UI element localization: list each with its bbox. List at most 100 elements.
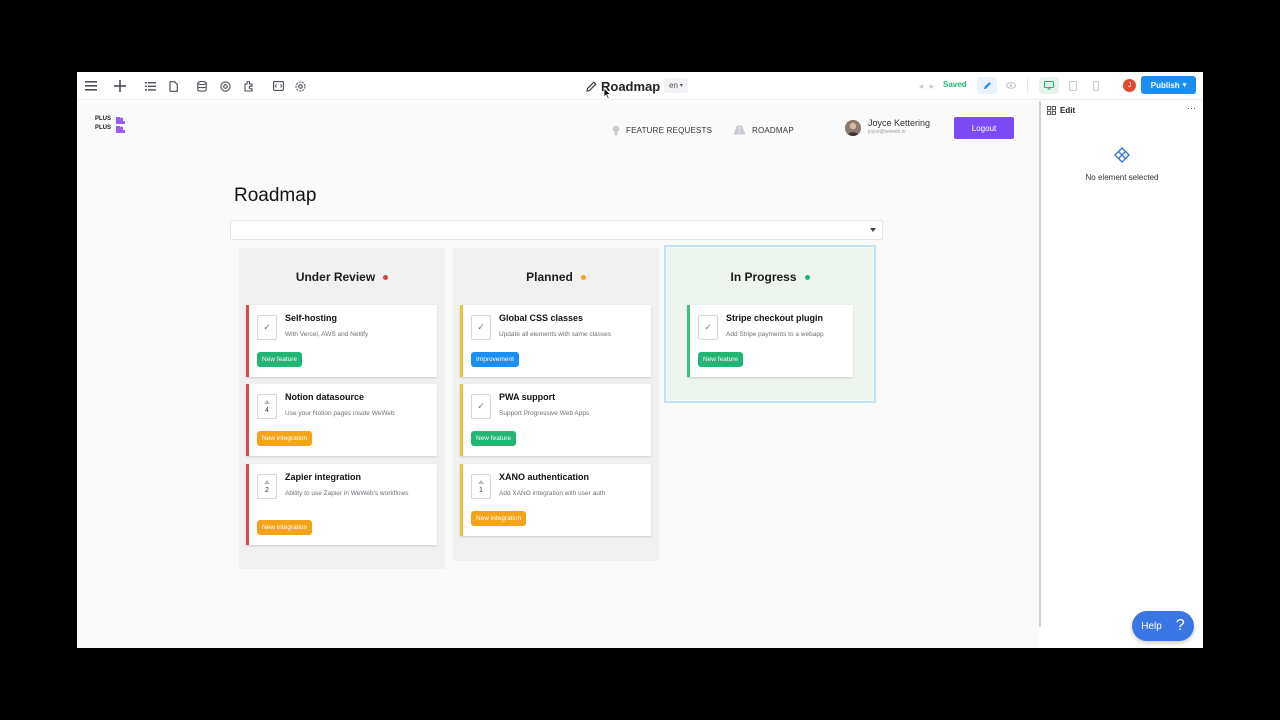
filter-select[interactable] — [230, 220, 883, 240]
upvote-button[interactable]: 4 — [257, 394, 277, 419]
avatar-image — [845, 120, 861, 136]
status-dot — [383, 274, 389, 280]
language-label: en — [669, 81, 678, 90]
database-icon[interactable] — [194, 78, 210, 94]
card-description: Support Progressive Web Apps — [499, 410, 590, 417]
roadmap-card[interactable]: ✓ Stripe checkout plugin Add Stripe paym… — [687, 305, 853, 377]
card-title: Self-hosting — [285, 313, 337, 323]
chevron-down-icon: ▾ — [1182, 82, 1187, 89]
check-icon: ✓ — [704, 322, 712, 332]
nav-roadmap[interactable]: ROADMAP — [733, 123, 794, 137]
card-tag: New integration — [471, 511, 527, 526]
status-dot — [804, 274, 810, 280]
nav-feature-requests-label: FEATURE REQUESTS — [626, 125, 713, 135]
upvote-arrow-icon — [264, 479, 270, 484]
desktop-icon — [1044, 81, 1054, 90]
desktop-view-button[interactable] — [1039, 77, 1059, 94]
roadmap-card[interactable]: 2 Zapier integration Ability to use Zapi… — [246, 464, 437, 545]
card-title: PWA support — [499, 392, 556, 402]
user-avatar[interactable]: J — [1123, 79, 1136, 92]
page-title: Roadmap — [234, 185, 317, 206]
page-name[interactable]: Roadmap — [586, 77, 660, 95]
settings-icon[interactable] — [292, 78, 308, 94]
card-description: Update all elements with same classes — [499, 331, 611, 338]
edit-panel: Edit ⋯ No element selected — [1041, 101, 1203, 648]
column-header: Planned — [453, 270, 659, 284]
card-title: Zapier integration — [285, 472, 362, 482]
vote-count: 2 — [265, 486, 269, 494]
card-title: Notion datasource — [285, 392, 365, 402]
card-description: Ability to use Zapier in WeWeb's workflo… — [285, 490, 409, 497]
list-icon[interactable] — [142, 78, 158, 94]
card-tag: Improvement — [471, 352, 519, 367]
column-title: Under Review — [295, 270, 376, 284]
check-icon: ✓ — [477, 401, 485, 411]
card-tag: New integration — [257, 431, 313, 446]
menu-icon[interactable] — [83, 78, 99, 94]
logo-line-1: PLUS — [95, 116, 112, 122]
vote-checked-button[interactable]: ✓ — [471, 315, 491, 340]
road-icon — [733, 125, 746, 135]
mobile-view-button[interactable] — [1086, 77, 1106, 94]
redo-icon[interactable]: ▸ — [924, 78, 940, 94]
column-header: Under Review — [239, 270, 445, 284]
check-icon: ✓ — [477, 322, 485, 332]
saved-status: Saved — [943, 80, 967, 89]
logout-button[interactable]: Logout — [954, 117, 1014, 139]
card-title: Global CSS classes — [499, 313, 584, 323]
editor-app: Roadmap en ▾ ◂ ▸ Saved J Publish ▾ PLUS … — [77, 72, 1203, 648]
card-title: Stripe checkout plugin — [726, 313, 824, 323]
user-email: joyce@weweb.io — [868, 129, 906, 135]
help-button[interactable]: Help ? — [1132, 611, 1194, 641]
roadmap-card[interactable]: 1 XANO authentication Add XANO integrati… — [460, 464, 651, 536]
card-description: With Vercel, AWS and Netlify — [285, 331, 369, 338]
add-icon[interactable] — [112, 78, 128, 94]
vote-checked-button[interactable]: ✓ — [257, 315, 277, 340]
upvote-button[interactable]: 1 — [471, 474, 491, 499]
column-title: In Progress — [730, 270, 797, 284]
edit-mode-button[interactable] — [977, 77, 997, 94]
element-select-icon — [1114, 147, 1130, 163]
roadmap-card[interactable]: 4 Notion datasource Use your Notion page… — [246, 384, 437, 456]
plugin-icon[interactable] — [240, 78, 256, 94]
editor-toolbar: Roadmap en ▾ ◂ ▸ Saved J Publish ▾ — [77, 72, 1203, 100]
card-tag: New integration — [257, 520, 313, 535]
code-icon[interactable] — [270, 78, 286, 94]
preview-mode-button[interactable] — [1001, 77, 1021, 94]
user-photo[interactable] — [845, 120, 861, 136]
lightbulb-icon — [612, 125, 620, 135]
column-under-review: Under Review ✓ Self-hosting With Vercel,… — [239, 248, 445, 569]
toolbar-divider — [1027, 78, 1028, 93]
card-description: Use your Notion pages inside WeWeb — [285, 410, 395, 417]
card-description: Add XANO integration with user auth — [499, 490, 606, 497]
roadmap-card[interactable]: ✓ PWA support Support Progressive Web Ap… — [460, 384, 651, 456]
column-in-progress[interactable]: In Progress ✓ Stripe checkout plugin Add… — [664, 245, 876, 403]
tablet-view-button[interactable] — [1063, 77, 1083, 94]
vote-count: 4 — [265, 406, 269, 414]
eye-icon — [1006, 82, 1016, 89]
edit-panel-title: Edit — [1060, 106, 1076, 115]
roadmap-card[interactable]: ✓ Self-hosting With Vercel, AWS and Netl… — [246, 305, 437, 377]
publish-button[interactable]: Publish ▾ — [1141, 76, 1196, 94]
no-selection-text: No element selected — [1085, 173, 1159, 182]
column-title: Planned — [526, 270, 573, 284]
chevron-down-icon — [870, 228, 876, 232]
card-tag: New feature — [698, 352, 744, 367]
site-logo[interactable]: PLUS PLUS — [95, 115, 111, 133]
vote-checked-button[interactable]: ✓ — [698, 315, 718, 340]
check-icon: ✓ — [263, 322, 271, 332]
language-select[interactable]: en ▾ — [664, 78, 688, 93]
upvote-arrow-icon — [478, 479, 484, 484]
page-icon[interactable] — [165, 78, 181, 94]
card-description: Add Stripe payments to a webapp — [726, 331, 824, 338]
user-name: Joyce Kettering — [868, 118, 931, 128]
grid-icon — [1047, 106, 1056, 115]
logo-puzzle-icon — [116, 117, 125, 133]
upvote-button[interactable]: 2 — [257, 474, 277, 499]
more-options-icon[interactable]: ⋯ — [1187, 103, 1196, 114]
card-tag: New feature — [471, 431, 517, 446]
at-icon[interactable] — [217, 78, 233, 94]
nav-feature-requests[interactable]: FEATURE REQUESTS — [612, 123, 712, 137]
vote-checked-button[interactable]: ✓ — [471, 394, 491, 419]
roadmap-card[interactable]: ✓ Global CSS classes Update all elements… — [460, 305, 651, 377]
